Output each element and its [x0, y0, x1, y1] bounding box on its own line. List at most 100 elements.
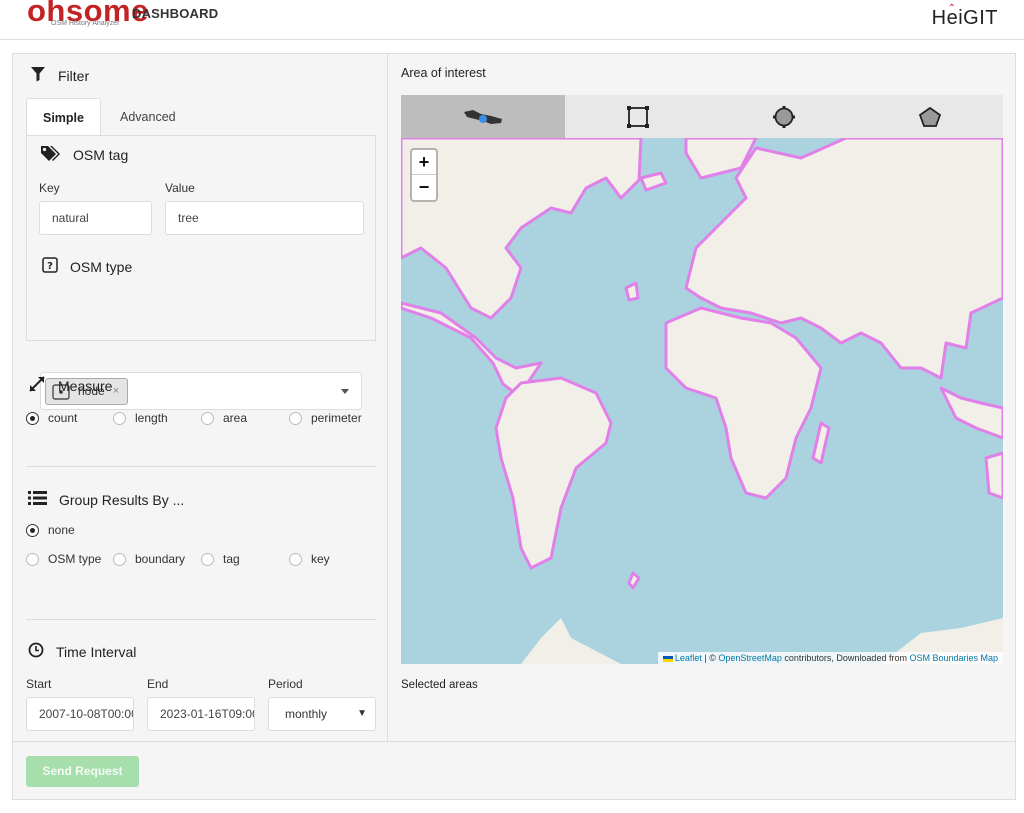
ohsome-logo[interactable]: ohsome DASHBOARD OSM History Analyzer	[27, 0, 218, 28]
radio-selected-icon	[26, 411, 39, 425]
rectangle-draw-button[interactable]	[565, 95, 711, 138]
measure-perimeter-label: perimeter	[311, 411, 362, 425]
radio-icon	[289, 552, 302, 566]
rectangle-draw-icon	[627, 105, 649, 128]
group-heading: Group Results By ...	[28, 490, 184, 509]
radio-icon	[201, 552, 214, 566]
svg-text:?: ?	[47, 261, 53, 272]
group-boundary-radio[interactable]: boundary	[113, 552, 185, 566]
map-attribution: Leaflet | © OpenStreetMap contributors, …	[657, 652, 1003, 664]
group-key-radio[interactable]: key	[289, 552, 330, 566]
group-osmtype-radio[interactable]: OSM type	[26, 552, 101, 566]
chevron-down-icon: ▼	[357, 708, 367, 719]
group-none-label: none	[48, 523, 75, 537]
boundary-select-button[interactable]	[401, 95, 565, 138]
filter-title: Filter	[58, 67, 90, 84]
group-tag-radio[interactable]: tag	[201, 552, 240, 566]
heigit-mark-icon: ⌃	[947, 3, 957, 14]
chevron-down-icon[interactable]	[341, 389, 349, 394]
attribution-sep: | ©	[701, 653, 719, 663]
period-label: Period	[268, 677, 303, 691]
map-view[interactable]: + − Leaflet | © OpenStreetMap contributo…	[401, 138, 1003, 664]
expand-arrows-icon	[28, 375, 46, 396]
chip-remove-icon[interactable]: ×	[113, 379, 119, 404]
measure-length-radio[interactable]: length	[113, 411, 168, 425]
start-label: Start	[26, 677, 52, 691]
group-key-label: key	[311, 552, 330, 566]
measure-area-radio[interactable]: area	[201, 411, 247, 425]
footer-bar: Send Request	[13, 741, 1016, 800]
funnel-icon	[30, 66, 46, 85]
key-input[interactable]: natural	[39, 201, 152, 235]
question-box-icon: ?	[42, 257, 58, 276]
send-request-button[interactable]: Send Request	[26, 756, 139, 787]
attribution-mid: contributors, Downloaded from	[781, 653, 910, 663]
world-map-tiles	[401, 138, 1003, 664]
osm-link[interactable]: OpenStreetMap	[718, 653, 782, 663]
leaflet-link[interactable]: Leaflet	[675, 653, 702, 663]
tags-icon	[40, 145, 61, 165]
polygon-draw-button[interactable]	[857, 95, 1003, 138]
circle-draw-button[interactable]	[711, 95, 857, 138]
osm-boundaries-link[interactable]: OSM Boundaries Map	[909, 653, 998, 663]
end-label: End	[147, 677, 169, 691]
radio-icon	[113, 552, 126, 566]
value-input[interactable]: tree	[165, 201, 364, 235]
tab-advanced[interactable]: Advanced	[104, 98, 192, 136]
group-boundary-label: boundary	[135, 552, 186, 566]
area-of-interest-title: Area of interest	[401, 66, 486, 80]
radio-selected-icon	[26, 523, 39, 537]
polygon-draw-icon	[918, 106, 942, 127]
measure-heading: Measure	[28, 375, 112, 396]
time-title: Time Interval	[56, 643, 137, 660]
group-none-radio[interactable]: none	[26, 523, 75, 537]
zoom-out-button[interactable]: −	[412, 175, 436, 200]
group-title: Group Results By ...	[59, 491, 185, 508]
group-tag-label: tag	[223, 552, 240, 566]
zoom-control: + −	[410, 148, 438, 202]
selected-areas-label: Selected areas	[401, 679, 478, 691]
zoom-in-button[interactable]: +	[412, 150, 436, 175]
logo-dashboard-text: DASHBOARD	[132, 6, 219, 21]
osm-tag-heading: OSM tag	[40, 145, 128, 165]
boundary-select-icon	[464, 109, 502, 124]
clock-icon	[28, 642, 44, 661]
heigit-logo-text: HeiGIT	[931, 7, 998, 29]
measure-count-label: count	[48, 411, 78, 425]
value-label: Value	[165, 181, 195, 195]
measure-length-label: length	[135, 411, 168, 425]
measure-title: Measure	[58, 377, 113, 394]
measure-area-label: area	[223, 411, 248, 425]
app-header: ohsome DASHBOARD OSM History Analyzer ⌃ …	[0, 0, 1024, 40]
group-osmtype-label: OSM type	[48, 552, 102, 566]
key-label: Key	[39, 181, 60, 195]
period-select-value: monthly	[285, 707, 328, 721]
start-date-input[interactable]: 2007-10-08T00:00:00Z	[26, 697, 134, 731]
area-column: Area of interest + − Leaflet | © OpenStr…	[388, 54, 1016, 741]
measure-perimeter-radio[interactable]: perimeter	[289, 411, 362, 425]
heigit-logo[interactable]: ⌃ HeiGIT	[931, 3, 998, 30]
draw-toolbar	[401, 95, 1003, 138]
osm-tag-title: OSM tag	[73, 147, 129, 163]
filter-heading: Filter	[30, 66, 89, 85]
radio-icon	[113, 411, 126, 425]
ukraine-flag-icon	[662, 655, 673, 662]
filter-column: Filter Simple Advanced OSM tag Key Value…	[13, 54, 388, 741]
simple-filter-pane: OSM tag Key Value natural tree ? OSM typ…	[26, 135, 376, 410]
circle-draw-icon	[773, 105, 795, 128]
radio-icon	[289, 411, 302, 425]
measure-count-radio[interactable]: count	[26, 411, 77, 425]
period-select[interactable]: monthly ▼	[268, 697, 376, 731]
divider	[26, 619, 376, 620]
time-heading: Time Interval	[28, 642, 136, 661]
osm-type-heading: ? OSM type	[42, 257, 132, 276]
end-date-input[interactable]: 2023-01-16T09:00:00Z	[147, 697, 255, 731]
list-icon	[28, 490, 47, 509]
divider	[26, 466, 376, 467]
tab-simple[interactable]: Simple	[26, 98, 101, 136]
main-panel: Filter Simple Advanced OSM tag Key Value…	[12, 53, 1016, 800]
filter-tabs: Simple Advanced	[26, 98, 376, 136]
logo-subtitle: OSM History Analyzer	[51, 20, 120, 27]
radio-icon	[201, 411, 214, 425]
radio-icon	[26, 552, 39, 566]
